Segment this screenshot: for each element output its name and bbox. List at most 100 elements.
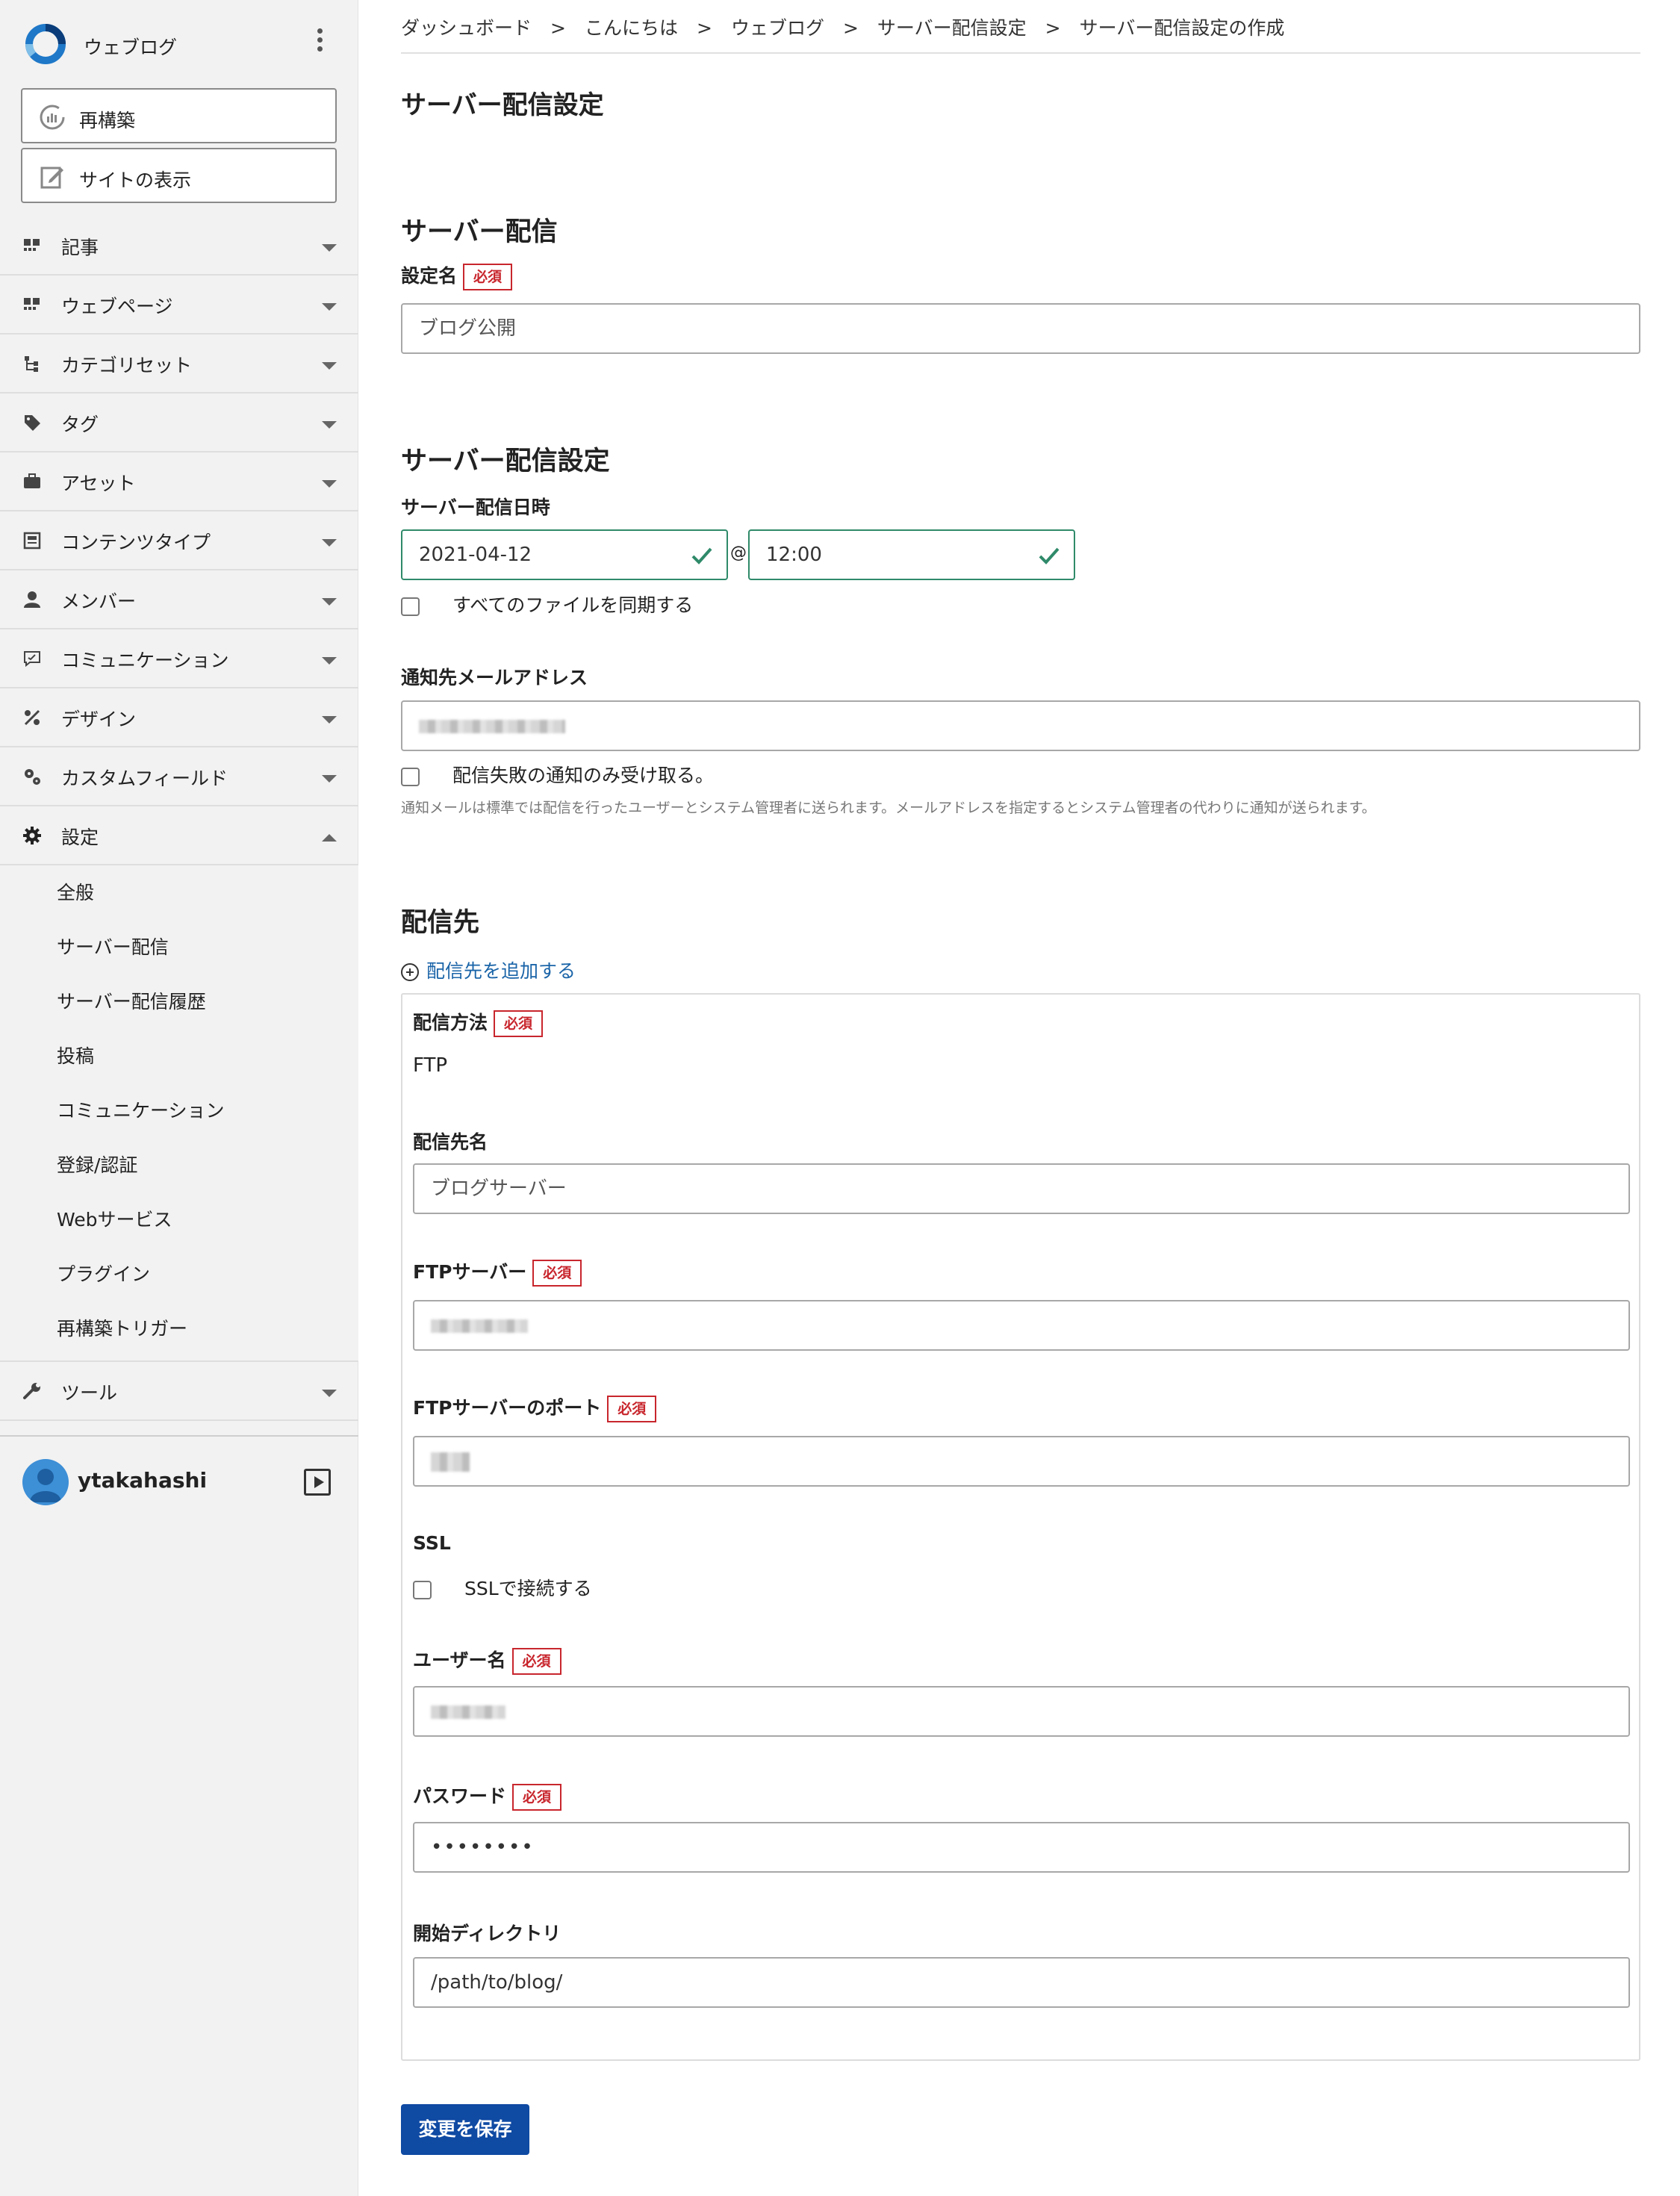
- chevron-down-icon[interactable]: [322, 539, 337, 547]
- logo-icon[interactable]: [22, 21, 69, 67]
- sync-all-row: すべてのファイルを同期する: [401, 591, 693, 618]
- rebuild-icon: [40, 105, 65, 130]
- failure-only-checkbox[interactable]: [401, 767, 420, 786]
- member-icon: [24, 591, 40, 608]
- sidebar-item-label: カテゴリセット: [61, 355, 193, 376]
- submenu-item-rebuild-trigger[interactable]: 再構築トリガー: [0, 1301, 358, 1356]
- submenu-item-registration[interactable]: 登録/認証: [0, 1138, 358, 1192]
- chevron-down-icon[interactable]: [322, 598, 337, 606]
- submenu-item-web-services[interactable]: Webサービス: [0, 1192, 358, 1247]
- dest-name-label: 配信先名: [413, 1131, 488, 1153]
- ssl-label: SSL: [413, 1532, 451, 1554]
- setting-name-input[interactable]: ブログ公開: [401, 303, 1640, 354]
- breadcrumb-publishing-settings[interactable]: サーバー配信設定: [877, 13, 1027, 40]
- asset-icon: [24, 473, 40, 488]
- more-menu-icon[interactable]: [312, 28, 327, 58]
- sync-all-checkbox[interactable]: [401, 597, 420, 616]
- sidebar-item-asset[interactable]: アセット: [0, 452, 358, 511]
- site-name[interactable]: ウェブログ: [84, 33, 177, 60]
- sidebar-item-category-set[interactable]: カテゴリセット: [0, 335, 358, 394]
- chevron-down-icon[interactable]: [322, 421, 337, 429]
- setting-name-placeholder: ブログ公開: [419, 317, 517, 340]
- email-input[interactable]: [401, 700, 1640, 751]
- submenu-item-general[interactable]: 全般: [0, 865, 358, 920]
- password-input[interactable]: ••••••••: [413, 1822, 1630, 1873]
- chevron-down-icon[interactable]: [322, 303, 337, 311]
- submenu-item-publishing-history[interactable]: サーバー配信履歴: [0, 974, 358, 1029]
- ssl-checkbox[interactable]: [413, 1580, 432, 1599]
- breadcrumb-site[interactable]: ウェブログ: [731, 13, 824, 40]
- breadcrumb: ダッシュボード > こんにちは > ウェブログ > サーバー配信設定 > サーバー配信設定の作成: [401, 13, 1640, 54]
- sidebar-item-communication[interactable]: コミュニケーション: [0, 629, 358, 688]
- sidebar-item-label: 記事: [61, 237, 99, 258]
- chevron-down-icon[interactable]: [322, 775, 337, 783]
- sidebar-item-custom-field[interactable]: カスタムフィールド: [0, 747, 358, 806]
- sidebar-item-tools[interactable]: ツール: [0, 1362, 358, 1421]
- pages-icon: [24, 298, 40, 310]
- sidebar-item-content-type[interactable]: コンテンツタイプ: [0, 511, 358, 570]
- submenu-item-publishing[interactable]: サーバー配信: [0, 920, 358, 974]
- section-heading-server: サーバー配信: [401, 217, 558, 247]
- view-site-button[interactable]: サイトの表示: [21, 148, 337, 203]
- ssl-checkbox-label[interactable]: SSLで接続する: [464, 1578, 592, 1599]
- gear-icon: [23, 827, 41, 845]
- plus-circle-icon: [401, 963, 419, 981]
- field-label: ユーザー名: [413, 1649, 506, 1671]
- submenu-item-plugins[interactable]: プラグイン: [0, 1247, 358, 1301]
- sidebar-item-member[interactable]: メンバー: [0, 570, 358, 629]
- play-icon[interactable]: [304, 1469, 331, 1496]
- ftp-port-label-row: FTPサーバーのポート 必須: [413, 1393, 657, 1422]
- required-badge: 必須: [532, 1260, 582, 1287]
- save-button[interactable]: 変更を保存: [401, 2104, 529, 2155]
- field-label: パスワード: [413, 1785, 507, 1807]
- breadcrumb-hello[interactable]: こんにちは: [585, 13, 678, 40]
- sidebar-item-tag[interactable]: タグ: [0, 394, 358, 452]
- check-icon: [691, 547, 712, 564]
- failure-only-row: 配信失敗の通知のみ受け取る。: [401, 761, 714, 788]
- avatar[interactable]: [22, 1459, 69, 1505]
- ftp-server-input[interactable]: [413, 1300, 1630, 1351]
- chevron-down-icon[interactable]: [322, 657, 337, 665]
- chevron-down-icon[interactable]: [322, 362, 337, 370]
- at-sign: @: [730, 544, 747, 562]
- sidebar-item-label: ウェブページ: [61, 296, 173, 317]
- breadcrumb-separator: >: [1045, 17, 1061, 39]
- entries-icon: [24, 239, 40, 251]
- ftp-port-input[interactable]: [413, 1436, 1630, 1487]
- sidebar-item-pages[interactable]: ウェブページ: [0, 276, 358, 335]
- redacted-email: [419, 719, 565, 733]
- sync-all-label[interactable]: すべてのファイルを同期する: [452, 594, 693, 616]
- submenu-item-posting[interactable]: 投稿: [0, 1029, 358, 1083]
- time-input[interactable]: 12:00: [748, 529, 1075, 580]
- sidebar-item-design[interactable]: デザイン: [0, 688, 358, 747]
- chevron-down-icon[interactable]: [322, 1390, 337, 1397]
- edit-icon: [40, 167, 63, 189]
- sidebar-item-entries[interactable]: 記事: [0, 217, 358, 276]
- sidebar-item-label: コミュニケーション: [61, 650, 229, 671]
- rebuild-button[interactable]: 再構築: [21, 88, 337, 143]
- date-input[interactable]: 2021-04-12: [401, 529, 728, 580]
- redacted-ftp-port: [431, 1452, 470, 1472]
- start-dir-input[interactable]: /path/to/blog/: [413, 1957, 1630, 2008]
- chevron-down-icon[interactable]: [322, 244, 337, 252]
- datetime-label: サーバー配信日時: [401, 497, 550, 518]
- chevron-down-icon[interactable]: [322, 716, 337, 724]
- add-destination-link[interactable]: 配信先を追加する: [401, 957, 576, 983]
- username[interactable]: ytakahashi: [78, 1468, 207, 1493]
- breadcrumb-separator: >: [696, 17, 712, 39]
- failure-only-label[interactable]: 配信失敗の通知のみ受け取る。: [452, 765, 714, 786]
- sidebar-item-settings[interactable]: 設定: [0, 806, 358, 865]
- content-type-icon: [23, 532, 41, 550]
- chevron-up-icon[interactable]: [322, 834, 337, 842]
- field-label: 設定名: [401, 265, 458, 287]
- breadcrumb-dashboard[interactable]: ダッシュボード: [401, 13, 532, 40]
- dest-name-input[interactable]: ブログサーバー: [413, 1163, 1630, 1214]
- required-badge: 必須: [494, 1010, 544, 1037]
- username-input[interactable]: [413, 1686, 1630, 1737]
- submenu-item-communication[interactable]: コミュニケーション: [0, 1083, 358, 1138]
- breadcrumb-separator: >: [550, 17, 566, 39]
- email-label: 通知先メールアドレス: [401, 667, 588, 688]
- user-panel: ytakahashi: [0, 1435, 358, 1510]
- sidebar-item-label: メンバー: [61, 591, 137, 612]
- chevron-down-icon[interactable]: [322, 480, 337, 488]
